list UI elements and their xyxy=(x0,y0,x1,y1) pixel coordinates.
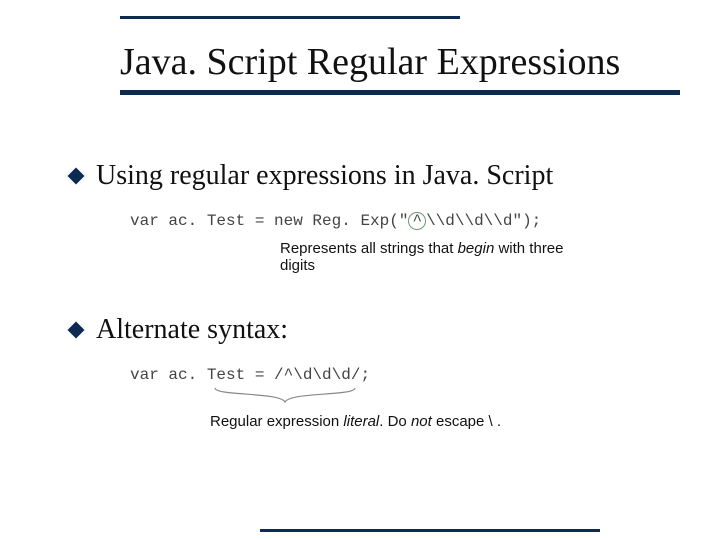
title-rule xyxy=(120,90,680,95)
diamond-bullet-icon xyxy=(68,322,85,339)
slide-title: Java. Script Regular Expressions xyxy=(120,40,680,84)
bullet-row-2: Alternate syntax: xyxy=(70,314,660,346)
bullet-text-2: Alternate syntax: xyxy=(96,314,288,346)
top-rule xyxy=(120,16,460,19)
slide-footer xyxy=(0,529,720,532)
annot2-d: not xyxy=(411,413,432,430)
brace-icon xyxy=(210,386,660,409)
caret-highlight-icon: ^ xyxy=(408,212,426,230)
annot1-b: begin xyxy=(458,240,495,257)
bullet-row-1: Using regular expressions in Java. Scrip… xyxy=(70,160,660,192)
diamond-bullet-icon xyxy=(68,168,85,185)
annot2-e: escape \ . xyxy=(432,413,501,430)
annot2-b: literal xyxy=(343,413,379,430)
slide-body: Using regular expressions in Java. Scrip… xyxy=(70,150,660,430)
annotation-2: Regular expression literal. Do not escap… xyxy=(210,413,660,430)
annot2-c: . Do xyxy=(379,413,411,430)
bullet-text-1: Using regular expressions in Java. Scrip… xyxy=(96,160,553,192)
code-line-1: var ac. Test = new Reg. Exp("^\\d\\d\\d"… xyxy=(130,212,541,230)
annot1-a: Represents all strings that xyxy=(280,240,458,257)
annot2-a: Regular expression xyxy=(210,413,343,430)
title-block: Java. Script Regular Expressions xyxy=(120,40,680,95)
code-line-2: var ac. Test = /^\d\d\d/; xyxy=(130,366,370,384)
footer-rule xyxy=(260,529,600,532)
code1-post: \\d\\d\\d"); xyxy=(426,212,541,230)
annotation-1: Represents all strings that begin with t… xyxy=(280,240,570,274)
code1-pre: var ac. Test = new Reg. Exp(" xyxy=(130,212,408,230)
